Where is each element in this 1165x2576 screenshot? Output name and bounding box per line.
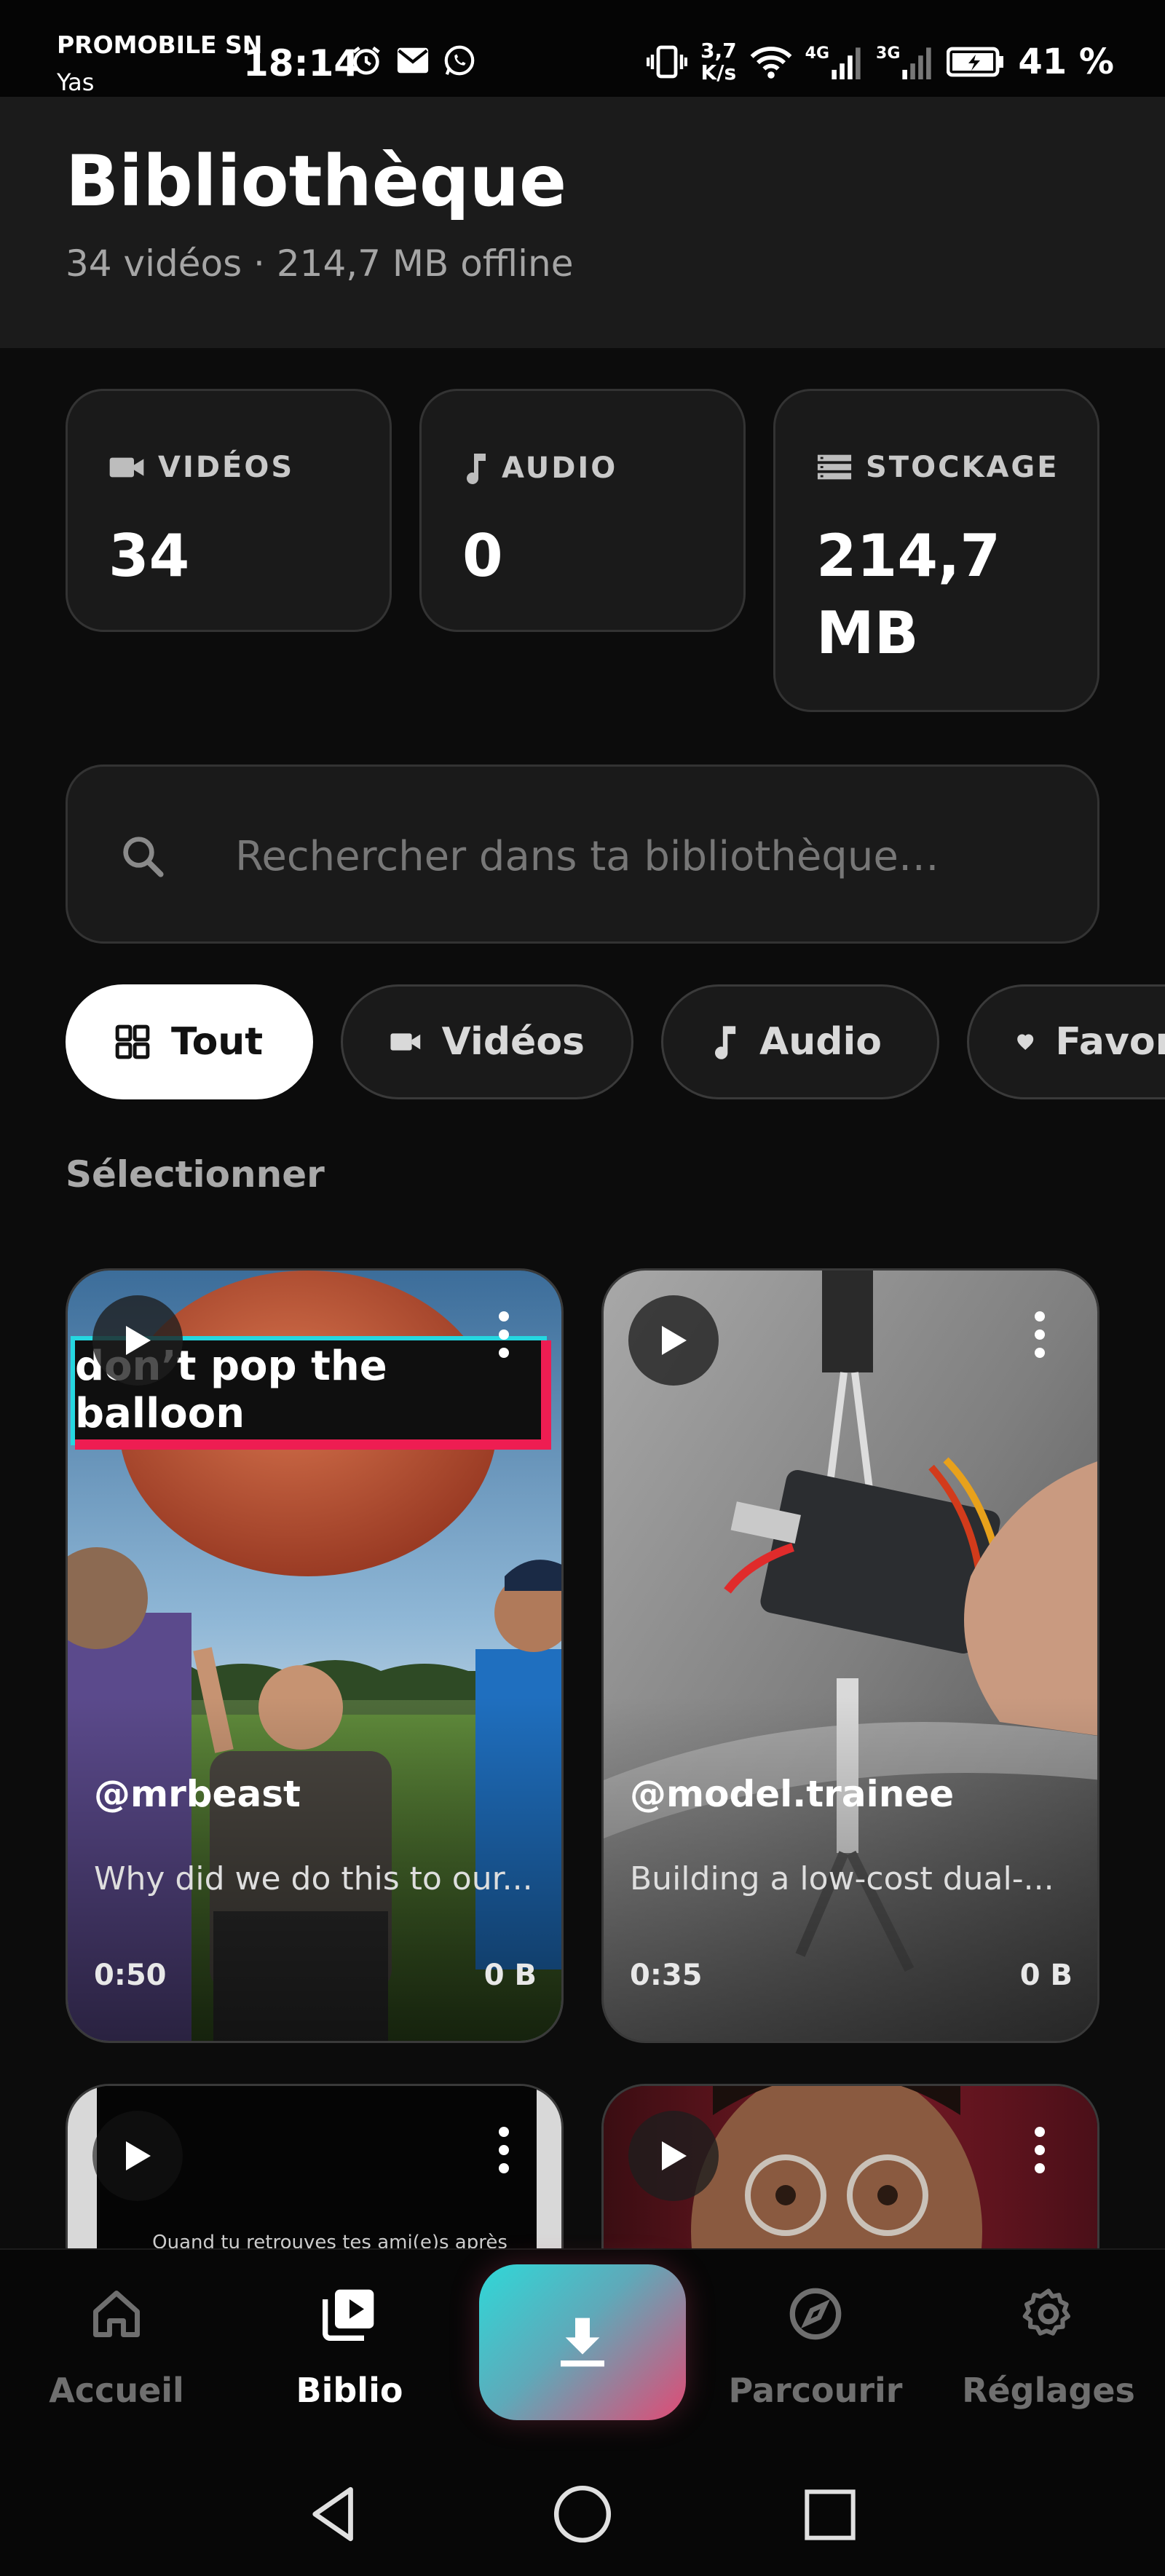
battery-percent: 41 % — [1018, 42, 1114, 82]
filter-chip-label: Favoris — [1055, 1020, 1165, 1064]
video-duration: 0:50 — [94, 1959, 167, 1992]
signal-3g: 3G — [876, 44, 933, 79]
signal-icon — [902, 47, 932, 79]
video-size: 0 B — [483, 1959, 537, 1992]
filter-chip-videos[interactable]: Vidéos — [341, 984, 633, 1099]
video-thumbnail — [604, 1271, 1097, 2041]
stat-card-storage: STOCKAGE 214,7 MB — [773, 389, 1099, 712]
system-navigation-bar — [0, 2454, 1165, 2576]
video-duration: 0:35 — [630, 1959, 703, 1992]
notification-icons — [350, 44, 476, 77]
nav-item-library[interactable]: Biblio — [255, 2279, 444, 2410]
play-button[interactable] — [92, 2111, 183, 2201]
search-icon — [123, 837, 164, 877]
system-indicators: 3,7 K/s 4G 3G 41 % — [647, 40, 1114, 84]
play-icon — [662, 1326, 687, 1355]
library-header: Bibliothèque 34 vidéos · 214,7 MB offlin… — [0, 97, 1165, 348]
whatsapp-icon — [444, 45, 475, 76]
video-card[interactable]: don’t pop the balloon @mrbeast Why did w… — [66, 1268, 564, 2043]
nav-label: Biblio — [296, 2371, 403, 2410]
more-options-icon[interactable] — [1035, 1311, 1045, 1366]
status-bar: PROMOBILE SN Yas 18:14 3,7 K/s 4G 3G 41 % — [0, 0, 1165, 97]
grid-icon — [115, 1024, 150, 1059]
alarm-icon — [352, 46, 380, 75]
music-note-icon — [467, 454, 486, 484]
video-card[interactable]: @model.trainee Building a low-cost dual-… — [601, 1268, 1099, 2043]
library-summary: 34 vidéos · 214,7 MB offline — [66, 242, 574, 285]
page-title: Bibliothèque — [66, 141, 567, 222]
filter-chip-label: Vidéos — [441, 1020, 585, 1064]
stat-value-audio: 0 — [462, 522, 503, 590]
nav-item-home[interactable]: Accueil — [22, 2279, 211, 2410]
video-size: 0 B — [1019, 1959, 1073, 1992]
network-speed: 3,7 K/s — [700, 39, 737, 84]
filter-chip-favorites[interactable]: Favoris — [967, 984, 1165, 1099]
stat-value-videos: 34 — [108, 522, 190, 590]
signal-4g: 4G — [805, 44, 863, 79]
nav-item-settings[interactable]: Réglages — [954, 2279, 1143, 2410]
search-input[interactable] — [235, 825, 1036, 888]
stat-label-audio: AUDIO — [502, 451, 618, 485]
stat-card-videos: VIDÉOS 34 — [66, 389, 392, 632]
play-icon — [662, 2141, 687, 2170]
music-note-icon — [715, 1026, 736, 1059]
play-button[interactable] — [628, 2111, 719, 2201]
vibrate-icon — [647, 45, 688, 79]
signal-icon — [832, 47, 861, 79]
video-description: Building a low-cost dual-... — [630, 1860, 1054, 1897]
download-button[interactable] — [479, 2264, 686, 2420]
stat-value-storage: 214,7 MB — [816, 522, 1001, 667]
nav-label: Réglages — [962, 2371, 1135, 2410]
home-circle-icon[interactable] — [551, 2483, 614, 2545]
play-icon — [126, 2141, 151, 2170]
heart-icon — [1017, 1034, 1034, 1050]
download-icon — [561, 2318, 604, 2367]
filter-chip-all[interactable]: Tout — [66, 984, 313, 1099]
video-card[interactable]: Quand tu retrouves tes ami(e)s après apr… — [66, 2084, 564, 2259]
search-box[interactable] — [66, 764, 1099, 944]
stat-label-storage: STOCKAGE — [866, 451, 1059, 484]
stat-label-videos: VIDÉOS — [158, 451, 295, 484]
video-camera-icon — [390, 1033, 421, 1051]
back-icon[interactable] — [301, 2481, 367, 2547]
carrier-name: PROMOBILE SN — [57, 31, 263, 59]
bottom-navigation: Accueil Biblio Parcourir Réglages — [0, 2248, 1165, 2454]
play-button[interactable] — [628, 1295, 719, 1386]
more-options-icon[interactable] — [1035, 2127, 1045, 2181]
nav-label: Parcourir — [728, 2371, 903, 2410]
video-author: @model.trainee — [630, 1773, 955, 1815]
play-button[interactable] — [92, 1295, 183, 1386]
select-button[interactable]: Sélectionner — [66, 1153, 325, 1196]
carrier-sub: Yas — [57, 68, 95, 96]
video-description: Why did we do this to our... — [94, 1860, 533, 1897]
nav-item-browse[interactable]: Parcourir — [721, 2279, 910, 2410]
video-card[interactable] — [601, 2084, 1099, 2259]
video-camera-icon — [109, 457, 144, 478]
filter-chip-label: Audio — [759, 1020, 882, 1064]
gear-icon — [1022, 2288, 1070, 2336]
storage-icon — [817, 454, 852, 480]
home-icon — [93, 2291, 140, 2337]
stat-card-audio: AUDIO 0 — [419, 389, 746, 632]
clock: 18:14 — [243, 42, 360, 84]
battery-charging-icon — [947, 47, 1004, 77]
video-author: @mrbeast — [94, 1773, 301, 1815]
more-options-icon[interactable] — [499, 1311, 509, 1366]
filter-chip-audio[interactable]: Audio — [661, 984, 939, 1099]
filter-chips: Tout Vidéos Audio Favoris — [0, 984, 1165, 1101]
filter-chip-label: Tout — [171, 1020, 264, 1064]
mail-icon — [397, 47, 429, 74]
library-icon — [323, 2289, 374, 2341]
play-icon — [126, 1326, 151, 1355]
compass-icon — [789, 2288, 842, 2340]
recents-icon[interactable] — [801, 2486, 859, 2544]
more-options-icon[interactable] — [499, 2127, 509, 2181]
wifi-icon — [750, 47, 792, 79]
nav-label: Accueil — [49, 2371, 184, 2410]
